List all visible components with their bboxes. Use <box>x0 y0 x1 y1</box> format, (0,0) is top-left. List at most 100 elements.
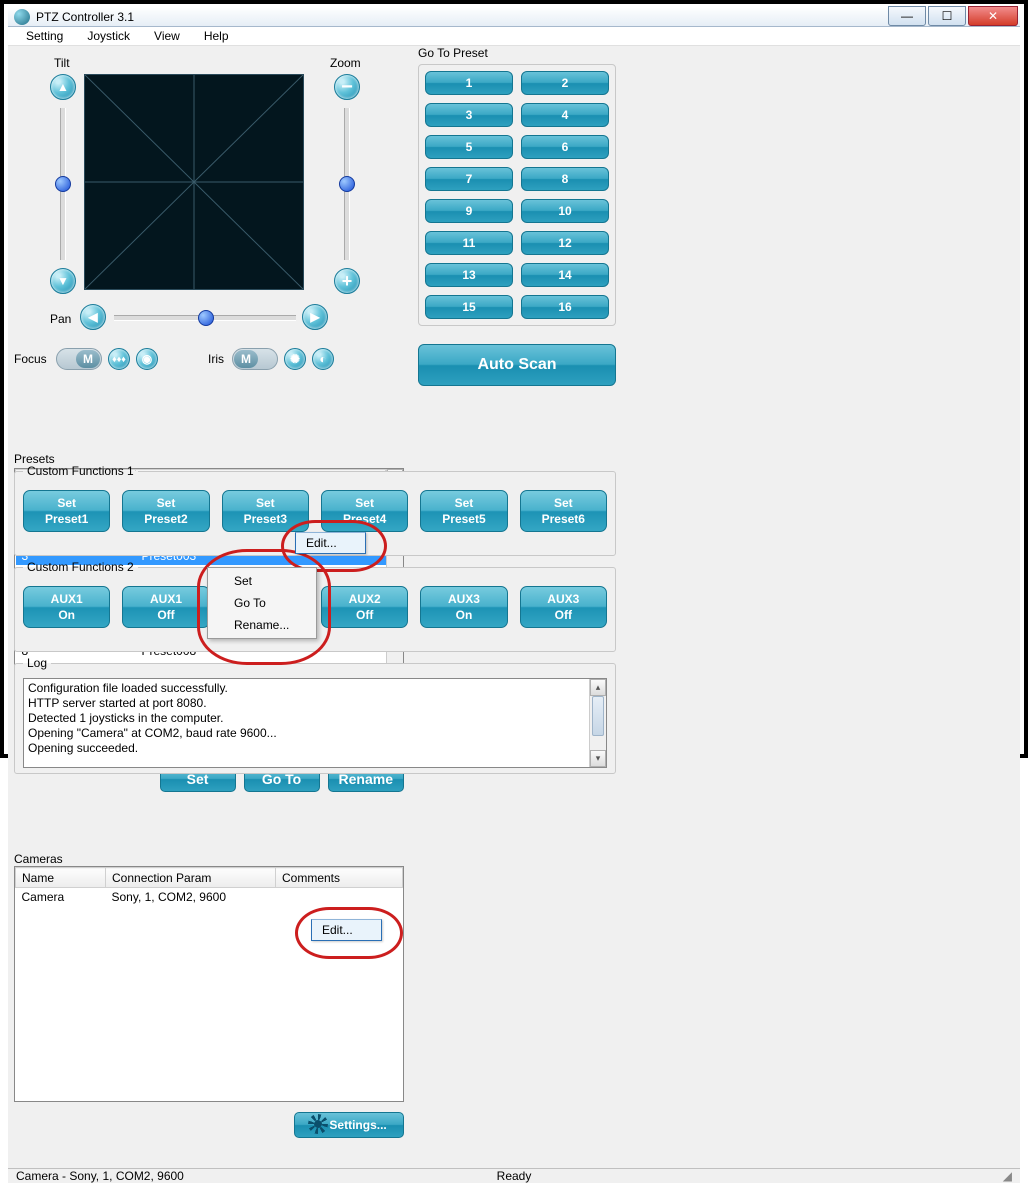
iris-label: Iris <box>208 352 224 366</box>
app-window: PTZ Controller 3.1 — ☐ ✕ Setting Joystic… <box>8 8 1020 750</box>
camera-row[interactable] <box>16 983 403 1002</box>
camera-row[interactable] <box>16 1059 403 1078</box>
menu-setting[interactable]: Setting <box>16 27 73 45</box>
cameras-settings-button[interactable]: Settings... <box>294 1112 404 1138</box>
preset-context-menu[interactable]: Set Go To Rename... <box>207 567 317 639</box>
goto-preset-1[interactable]: 1 <box>425 71 513 95</box>
log-line: Opening "Camera" at COM2, baud rate 9600… <box>28 726 606 741</box>
cam-col-name[interactable]: Name <box>16 868 106 888</box>
cf-button-setpreset2[interactable]: SetPreset2 <box>122 490 209 532</box>
auto-scan-button[interactable]: Auto Scan <box>418 344 616 386</box>
cf2-title: Custom Functions 2 <box>23 560 138 574</box>
cam-col-conn[interactable]: Connection Param <box>106 868 276 888</box>
goto-preset-5[interactable]: 5 <box>425 135 513 159</box>
log-line: Detected 1 joysticks in the computer. <box>28 711 606 726</box>
ptz-video-pad[interactable] <box>84 74 304 290</box>
statusbar: Camera - Sony, 1, COM2, 9600 Ready ◢ <box>8 1168 1020 1183</box>
cf-button-aux2off[interactable]: AUX2Off <box>321 586 408 628</box>
goto-preset-15[interactable]: 15 <box>425 295 513 319</box>
camera-row[interactable]: CameraSony, 1, COM2, 9600 <box>16 888 403 907</box>
pan-label: Pan <box>50 312 71 326</box>
cameras-table[interactable]: Name Connection Param Comments CameraSon… <box>15 867 403 1097</box>
goto-preset-9[interactable]: 9 <box>425 199 513 223</box>
zoom-in-button[interactable]: + <box>334 268 360 294</box>
client-area: Tilt Zoom ▲ ▼ − + Pan ◀ ▶ <box>8 46 1020 1168</box>
camera-row[interactable] <box>16 1078 403 1097</box>
menu-view[interactable]: View <box>144 27 190 45</box>
cameras-edit-popup[interactable]: Edit... <box>311 919 382 941</box>
goto-preset-2[interactable]: 2 <box>521 71 609 95</box>
log-line: Configuration file loaded successfully. <box>28 681 606 696</box>
cf-button-aux3off[interactable]: AUX3Off <box>520 586 607 628</box>
tilt-slider-track[interactable] <box>60 108 66 260</box>
cf1-edit-popup[interactable]: Edit... <box>295 532 366 554</box>
log-panel: Log Configuration file loaded successful… <box>14 656 616 774</box>
cf1-title: Custom Functions 1 <box>23 464 138 478</box>
camera-row[interactable] <box>16 964 403 983</box>
focus-label: Focus <box>14 352 47 366</box>
goto-preset-14[interactable]: 14 <box>521 263 609 287</box>
goto-preset-16[interactable]: 16 <box>521 295 609 319</box>
iris-close-button[interactable]: ◐ <box>312 348 334 370</box>
goto-preset-8[interactable]: 8 <box>521 167 609 191</box>
goto-preset-3[interactable]: 3 <box>425 103 513 127</box>
goto-preset-10[interactable]: 10 <box>521 199 609 223</box>
iris-toggle[interactable]: M <box>232 348 278 370</box>
zoom-out-button[interactable]: − <box>334 74 360 100</box>
ctx-goto[interactable]: Go To <box>210 592 314 614</box>
menu-joystick[interactable]: Joystick <box>77 27 140 45</box>
cam-col-comments[interactable]: Comments <box>276 868 403 888</box>
menu-help[interactable]: Help <box>194 27 239 45</box>
cf-button-setpreset5[interactable]: SetPreset5 <box>420 490 507 532</box>
cf-button-setpreset4[interactable]: SetPreset4 <box>321 490 408 532</box>
goto-preset-12[interactable]: 12 <box>521 231 609 255</box>
pan-slider-thumb[interactable] <box>198 310 214 326</box>
resize-grip-icon[interactable]: ◢ <box>1003 1169 1012 1183</box>
pan-slider-track[interactable] <box>114 315 296 321</box>
camera-row[interactable] <box>16 1040 403 1059</box>
status-left: Camera - Sony, 1, COM2, 9600 <box>16 1169 184 1183</box>
tilt-up-button[interactable]: ▲ <box>50 74 76 100</box>
maximize-button[interactable]: ☐ <box>928 6 966 26</box>
titlebar[interactable]: PTZ Controller 3.1 — ☐ ✕ <box>8 8 1020 27</box>
cf-button-setpreset3[interactable]: SetPreset3 <box>222 490 309 532</box>
status-mid: Ready <box>497 1169 532 1183</box>
tilt-down-button[interactable]: ▼ <box>50 268 76 294</box>
camera-row[interactable] <box>16 1021 403 1040</box>
tilt-label: Tilt <box>54 56 70 70</box>
goto-preset-13[interactable]: 13 <box>425 263 513 287</box>
log-scroll-down-icon[interactable]: ▾ <box>590 750 606 767</box>
pan-right-button[interactable]: ▶ <box>302 304 328 330</box>
cf-button-setpreset6[interactable]: SetPreset6 <box>520 490 607 532</box>
goto-preset-7[interactable]: 7 <box>425 167 513 191</box>
log-scroll-thumb[interactable] <box>592 696 604 736</box>
ctx-rename[interactable]: Rename... <box>210 614 314 636</box>
log-textarea[interactable]: Configuration file loaded successfully.H… <box>23 678 607 768</box>
cf-button-aux3on[interactable]: AUX3On <box>420 586 507 628</box>
pan-left-button[interactable]: ◀ <box>80 304 106 330</box>
cf-button-aux1off[interactable]: AUX1Off <box>122 586 209 628</box>
zoom-slider-thumb[interactable] <box>339 176 355 192</box>
log-scroll-up-icon[interactable]: ▴ <box>590 679 606 696</box>
focus-far-button[interactable]: ◉ <box>136 348 158 370</box>
zoom-slider-track[interactable] <box>344 108 350 260</box>
camera-row[interactable] <box>16 945 403 964</box>
camera-row[interactable] <box>16 1002 403 1021</box>
focus-near-button[interactable]: ♦♦♦ <box>108 348 130 370</box>
cf-button-setpreset1[interactable]: SetPreset1 <box>23 490 110 532</box>
focus-toggle[interactable]: M <box>56 348 102 370</box>
cf-button-aux1on[interactable]: AUX1On <box>23 586 110 628</box>
ctx-set[interactable]: Set <box>210 570 314 592</box>
custom-functions-1-panel: Custom Functions 1 SetPreset1 SetPreset2 S… <box>14 464 616 556</box>
goto-preset-11[interactable]: 11 <box>425 231 513 255</box>
minimize-button[interactable]: — <box>888 6 926 26</box>
app-icon <box>14 9 30 25</box>
menubar: Setting Joystick View Help <box>8 27 1020 46</box>
log-line: HTTP server started at port 8080. <box>28 696 606 711</box>
goto-preset-4[interactable]: 4 <box>521 103 609 127</box>
cameras-panel: Cameras Name Connection Param Comments C… <box>14 852 404 1162</box>
close-button[interactable]: ✕ <box>968 6 1018 26</box>
goto-preset-6[interactable]: 6 <box>521 135 609 159</box>
tilt-slider-thumb[interactable] <box>55 176 71 192</box>
iris-open-button[interactable]: ✺ <box>284 348 306 370</box>
